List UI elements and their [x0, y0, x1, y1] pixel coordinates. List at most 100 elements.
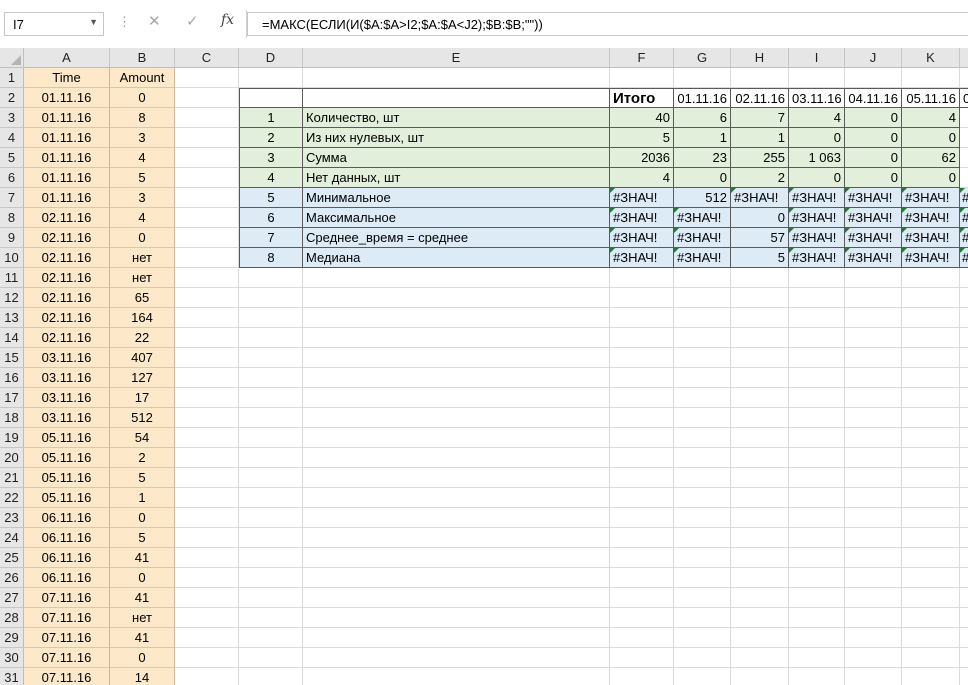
table-cell-amount[interactable]: нет — [110, 248, 175, 268]
summary-day-value[interactable]: #ЗНАЧ! — [789, 188, 845, 208]
row-header-4[interactable]: 4 — [0, 128, 24, 148]
row-header-10[interactable]: 10 — [0, 248, 24, 268]
table-cell-time[interactable]: 07.11.16 — [24, 668, 110, 685]
table-cell-time[interactable]: 02.11.16 — [24, 248, 110, 268]
summary-row-number[interactable]: 7 — [239, 228, 303, 248]
table-cell-time[interactable]: 02.11.16 — [24, 328, 110, 348]
summary-row-label[interactable]: Нет данных, шт — [303, 168, 610, 188]
summary-day-value[interactable]: 0 — [845, 148, 902, 168]
table-cell-amount[interactable]: 1 — [110, 488, 175, 508]
summary-row-number[interactable]: 5 — [239, 188, 303, 208]
summary-day-value[interactable]: 4 — [789, 108, 845, 128]
table-cell-amount[interactable]: 14 — [110, 668, 175, 685]
summary-day-value[interactable]: 1 — [731, 128, 789, 148]
insert-function-icon[interactable]: fx — [221, 12, 234, 28]
summary-day-value[interactable]: 62 — [902, 148, 960, 168]
table-cell-time[interactable]: 02.11.16 — [24, 228, 110, 248]
summary-total-value[interactable]: #ЗНАЧ! — [610, 228, 674, 248]
row-header-2[interactable]: 2 — [0, 88, 24, 108]
formula-input[interactable]: =МАКС(ЕСЛИ(И($A:$A>I2;$A:$A<J2);$B:$B;""… — [247, 12, 968, 36]
drag-handle-icon[interactable]: ⋮ — [118, 14, 131, 30]
enter-check-icon[interactable]: ✓ — [186, 12, 199, 30]
summary-row-label[interactable]: Медиана — [303, 248, 610, 268]
row-header-14[interactable]: 14 — [0, 328, 24, 348]
summary-date-header[interactable]: 01.11.16 — [674, 88, 731, 108]
table-cell-time[interactable]: 03.11.16 — [24, 408, 110, 428]
summary-total-value[interactable]: 40 — [610, 108, 674, 128]
table-cell-amount[interactable]: 22 — [110, 328, 175, 348]
row-header-17[interactable]: 17 — [0, 388, 24, 408]
table-cell-amount[interactable]: 407 — [110, 348, 175, 368]
summary-day-value[interactable]: #ЗНАЧ! — [902, 208, 960, 228]
summary-day-value[interactable]: # — [960, 208, 968, 228]
table-cell-amount[interactable]: 41 — [110, 548, 175, 568]
row-header-12[interactable]: 12 — [0, 288, 24, 308]
summary-day-value[interactable]: 0 — [845, 128, 902, 148]
table-cell-time[interactable]: 02.11.16 — [24, 208, 110, 228]
table-cell-time[interactable]: 07.11.16 — [24, 648, 110, 668]
summary-day-value[interactable]: 23 — [674, 148, 731, 168]
summary-day-value[interactable]: 0 — [845, 168, 902, 188]
row-header-19[interactable]: 19 — [0, 428, 24, 448]
table-cell-amount[interactable]: 2 — [110, 448, 175, 468]
summary-row-label[interactable]: Максимальное — [303, 208, 610, 228]
summary-total-value[interactable]: #ЗНАЧ! — [610, 208, 674, 228]
column-header-b[interactable]: B — [110, 48, 175, 68]
table-cell-amount[interactable]: 0 — [110, 508, 175, 528]
row-header-30[interactable]: 30 — [0, 648, 24, 668]
cancel-icon[interactable]: ✕ — [148, 12, 161, 30]
table-cell-amount[interactable]: 3 — [110, 128, 175, 148]
table-cell-amount[interactable]: нет — [110, 268, 175, 288]
summary-day-value[interactable]: 512 — [674, 188, 731, 208]
table-cell-time[interactable]: 01.11.16 — [24, 108, 110, 128]
summary-date-header[interactable]: 05.11.16 — [902, 88, 960, 108]
table-cell-time[interactable]: 06.11.16 — [24, 508, 110, 528]
table-cell-time[interactable]: 06.11.16 — [24, 568, 110, 588]
name-box[interactable]: I7 ▼ — [4, 12, 104, 36]
table-cell-amount[interactable]: 127 — [110, 368, 175, 388]
table-cell-amount[interactable]: нет — [110, 608, 175, 628]
table-cell-amount[interactable]: 65 — [110, 288, 175, 308]
summary-day-value[interactable]: # — [960, 228, 968, 248]
row-header-27[interactable]: 27 — [0, 588, 24, 608]
summary-day-value[interactable]: #ЗНАЧ! — [674, 208, 731, 228]
table-cell-time[interactable]: 07.11.16 — [24, 608, 110, 628]
summary-day-value[interactable]: # — [960, 248, 968, 268]
summary-day-value[interactable]: #ЗНАЧ! — [674, 228, 731, 248]
row-header-24[interactable]: 24 — [0, 528, 24, 548]
table-cell-amount[interactable]: 0 — [110, 568, 175, 588]
summary-day-value[interactable]: #ЗНАЧ! — [789, 208, 845, 228]
summary-row-label[interactable]: Среднее_время = среднее — [303, 228, 610, 248]
row-header-13[interactable]: 13 — [0, 308, 24, 328]
row-header-1[interactable]: 1 — [0, 68, 24, 88]
table-cell-time[interactable]: 05.11.16 — [24, 468, 110, 488]
table-cell-time[interactable]: 03.11.16 — [24, 368, 110, 388]
summary-day-value[interactable]: 0 — [902, 128, 960, 148]
row-header-20[interactable]: 20 — [0, 448, 24, 468]
row-header-16[interactable]: 16 — [0, 368, 24, 388]
table-cell-time[interactable]: 05.11.16 — [24, 488, 110, 508]
chevron-down-icon[interactable]: ▼ — [89, 17, 98, 27]
summary-header-blank-d[interactable] — [239, 88, 303, 108]
summary-day-value[interactable]: 2 — [731, 168, 789, 188]
table-cell-amount[interactable]: 54 — [110, 428, 175, 448]
table-cell-amount[interactable]: 0 — [110, 228, 175, 248]
table-cell-amount[interactable]: 512 — [110, 408, 175, 428]
summary-day-value[interactable]: 4 — [902, 108, 960, 128]
table-cell-time[interactable]: 01.11.16 — [24, 88, 110, 108]
column-header-g[interactable]: G — [674, 48, 731, 68]
row-header-29[interactable]: 29 — [0, 628, 24, 648]
row-header-7[interactable]: 7 — [0, 188, 24, 208]
row-header-3[interactable]: 3 — [0, 108, 24, 128]
summary-day-value[interactable]: #ЗНАЧ! — [845, 208, 902, 228]
table-cell-amount[interactable]: 5 — [110, 468, 175, 488]
summary-day-value[interactable]: # — [960, 188, 968, 208]
row-header-8[interactable]: 8 — [0, 208, 24, 228]
table-cell-time[interactable]: 01.11.16 — [24, 148, 110, 168]
summary-day-value[interactable]: #ЗНАЧ! — [845, 228, 902, 248]
cell-a1-header[interactable]: Time — [24, 68, 110, 88]
summary-day-value[interactable]: 57 — [731, 228, 789, 248]
summary-total-header[interactable]: Итого — [610, 88, 674, 108]
summary-day-value[interactable]: 1 063 — [789, 148, 845, 168]
summary-row-number[interactable]: 6 — [239, 208, 303, 228]
